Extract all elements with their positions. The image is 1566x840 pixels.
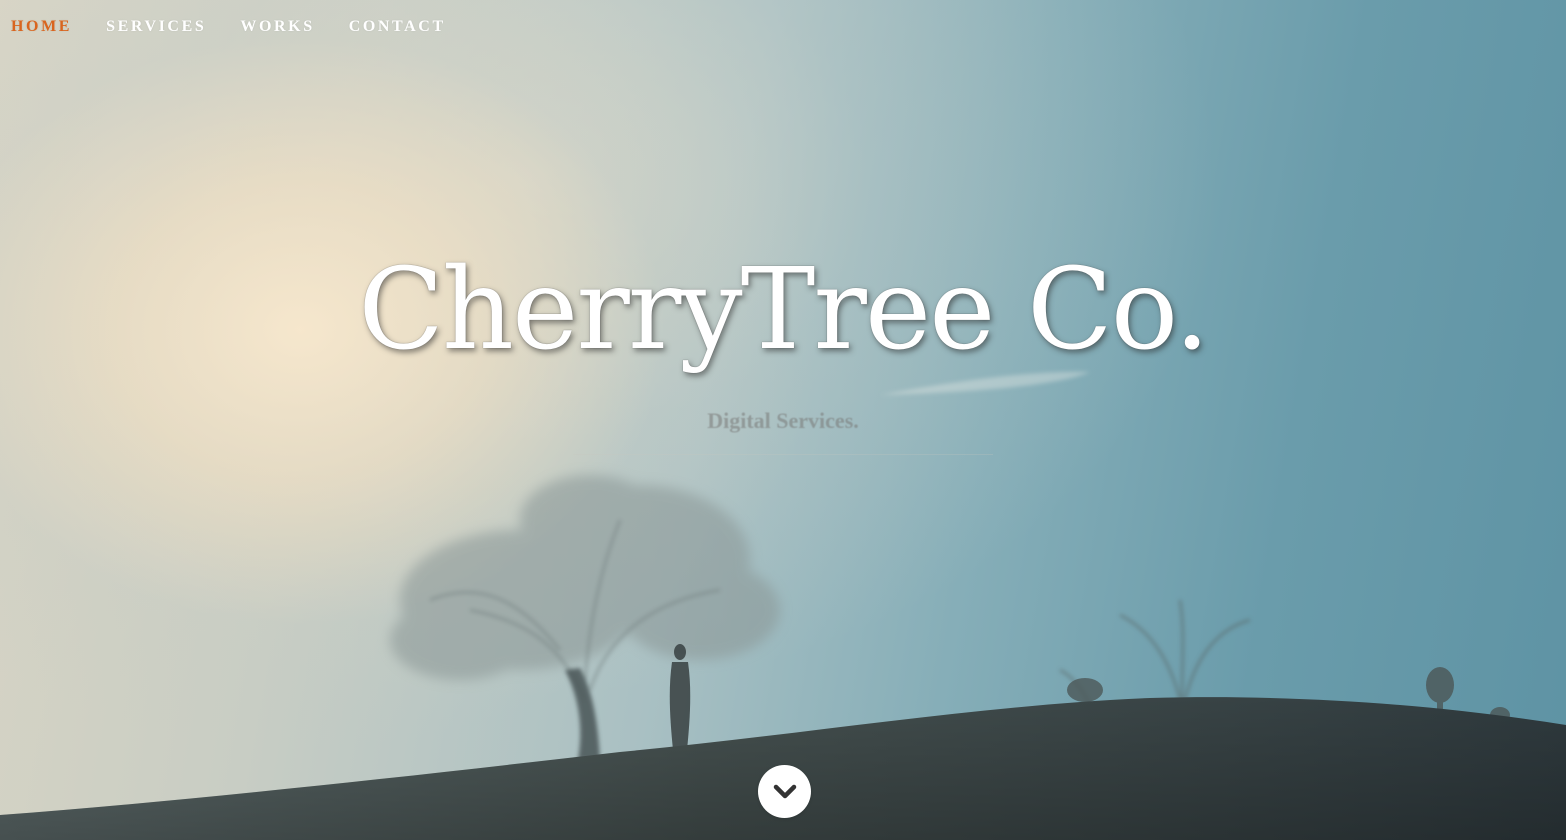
- title-divider: [573, 454, 993, 455]
- nav-item-home[interactable]: HOME: [11, 18, 72, 36]
- nav-item-services[interactable]: SERVICES: [106, 18, 206, 36]
- nav-item-contact[interactable]: CONTACT: [349, 18, 446, 36]
- site-tagline: Digital Services.: [707, 408, 859, 433]
- main-nav: HOME SERVICES WORKS CONTACT: [11, 18, 480, 36]
- scroll-down-button[interactable]: [758, 765, 811, 818]
- nav-item-works[interactable]: WORKS: [240, 18, 314, 36]
- site-title: CherryTree Co.: [358, 245, 1210, 375]
- chevron-down-icon: [773, 784, 796, 798]
- hero-title-block: CherryTree Co. Digital Services.: [0, 240, 1566, 455]
